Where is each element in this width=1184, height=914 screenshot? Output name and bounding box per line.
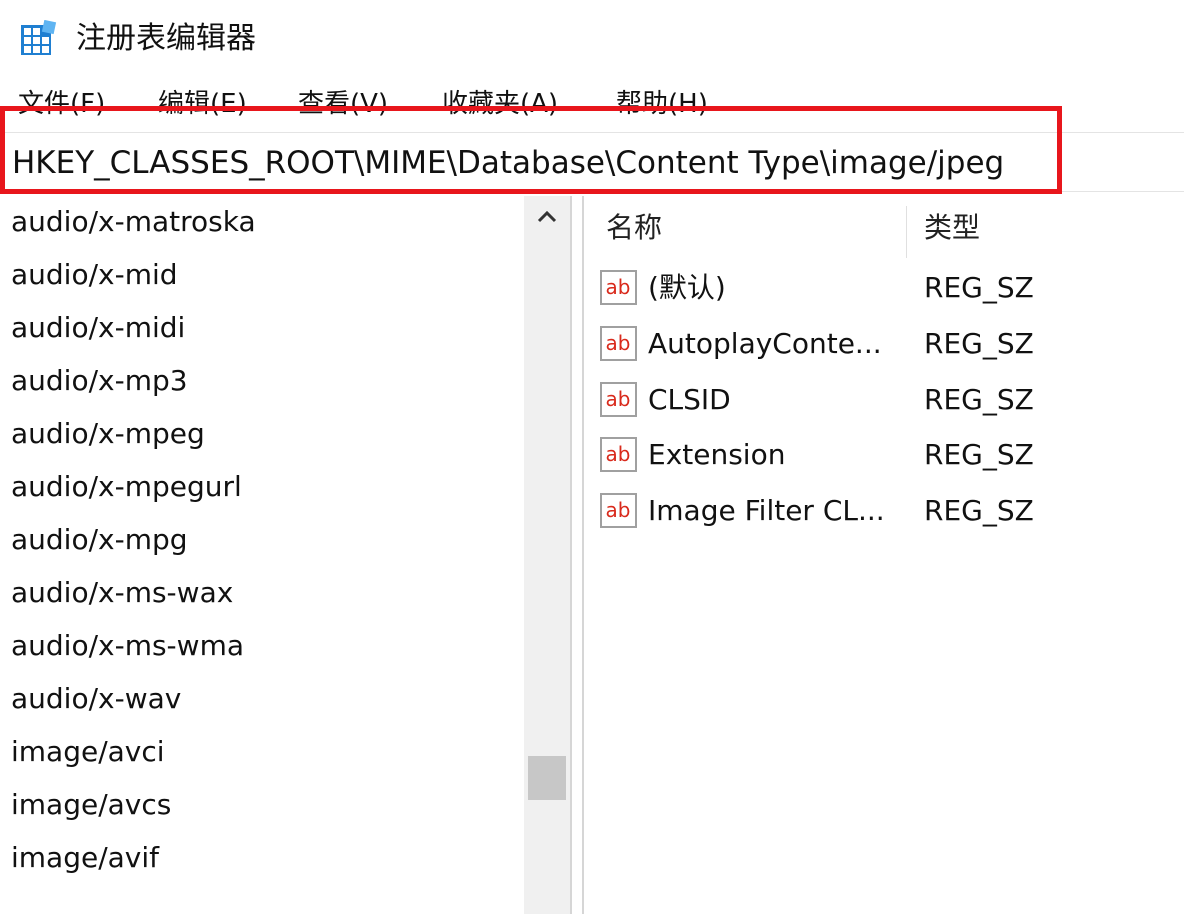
tree-item[interactable]: audio/x-midi xyxy=(11,308,185,348)
tree-item[interactable]: audio/x-wav xyxy=(11,679,181,719)
values-list-pane: 名称 类型 ab (默认) REG_SZ ab AutoplayConte...… xyxy=(584,196,1184,914)
value-row[interactable]: ab Image Filter CL... REG_SZ xyxy=(584,487,1184,537)
value-row[interactable]: ab CLSID REG_SZ xyxy=(584,376,1184,426)
tree-item[interactable]: audio/x-mid xyxy=(11,255,178,295)
tree-item[interactable]: image/avif xyxy=(11,838,159,878)
tree-item[interactable]: audio/x-matroska xyxy=(11,202,256,242)
string-value-icon: ab xyxy=(600,437,637,472)
value-name: CLSID xyxy=(648,383,731,416)
string-value-icon: ab xyxy=(600,270,637,305)
menu-favorites[interactable]: 收藏夹(A) xyxy=(442,84,558,124)
svg-text:ab: ab xyxy=(606,275,631,299)
column-header-type[interactable]: 类型 xyxy=(924,208,980,248)
tree-item[interactable]: audio/x-mpeg xyxy=(11,414,205,454)
tree-item[interactable]: audio/x-mp3 xyxy=(11,361,188,401)
tree-item[interactable]: audio/x-mpg xyxy=(11,520,188,560)
value-row[interactable]: ab (默认) REG_SZ xyxy=(584,264,1184,314)
menu-help[interactable]: 帮助(H) xyxy=(616,84,708,124)
value-type: REG_SZ xyxy=(924,438,1034,471)
value-type: REG_SZ xyxy=(924,383,1034,416)
value-name: AutoplayConte... xyxy=(648,327,882,360)
tree-item[interactable]: audio/x-ms-wma xyxy=(11,626,244,666)
string-value-icon: ab xyxy=(600,326,637,361)
address-input[interactable] xyxy=(12,141,1112,185)
string-value-icon: ab xyxy=(600,382,637,417)
column-header-name[interactable]: 名称 xyxy=(606,208,662,248)
value-name: Extension xyxy=(648,438,786,471)
tree-item[interactable]: image/avcs xyxy=(11,785,171,825)
tree-item[interactable]: audio/x-mpegurl xyxy=(11,467,242,507)
registry-editor-window: 注册表编辑器 文件(F) 编辑(E) 查看(V) 收藏夹(A) 帮助(H) au… xyxy=(0,0,1184,914)
menu-view[interactable]: 查看(V) xyxy=(298,84,388,124)
value-name: Image Filter CL... xyxy=(648,494,885,527)
svg-text:ab: ab xyxy=(606,331,631,355)
value-row[interactable]: ab AutoplayConte... REG_SZ xyxy=(584,320,1184,370)
address-bar xyxy=(4,132,1184,192)
tree-item[interactable]: audio/x-ms-wax xyxy=(11,573,233,613)
svg-text:ab: ab xyxy=(606,387,631,411)
pane-splitter[interactable] xyxy=(570,196,584,914)
value-type: REG_SZ xyxy=(924,327,1034,360)
string-value-icon: ab xyxy=(600,493,637,528)
svg-text:ab: ab xyxy=(606,442,631,466)
value-row[interactable]: ab Extension REG_SZ xyxy=(584,431,1184,481)
value-type: REG_SZ xyxy=(924,271,1034,304)
window-title: 注册表编辑器 xyxy=(76,21,256,56)
key-tree-pane: audio/x-matroska audio/x-mid audio/x-mid… xyxy=(0,196,524,914)
svg-text:ab: ab xyxy=(606,498,631,522)
menu-edit[interactable]: 编辑(E) xyxy=(158,84,247,124)
tree-scrollbar[interactable] xyxy=(524,196,570,914)
registry-editor-icon xyxy=(21,20,57,55)
column-separator[interactable] xyxy=(906,206,907,258)
value-name: (默认) xyxy=(648,271,726,304)
value-type: REG_SZ xyxy=(924,494,1034,527)
scroll-thumb[interactable] xyxy=(528,756,566,800)
menu-file[interactable]: 文件(F) xyxy=(18,84,105,124)
tree-item[interactable]: image/avci xyxy=(11,732,165,772)
title-bar: 注册表编辑器 xyxy=(0,0,1184,78)
chevron-up-icon[interactable] xyxy=(532,202,562,232)
menu-bar: 文件(F) 编辑(E) 查看(V) 收藏夹(A) 帮助(H) xyxy=(0,80,1184,128)
